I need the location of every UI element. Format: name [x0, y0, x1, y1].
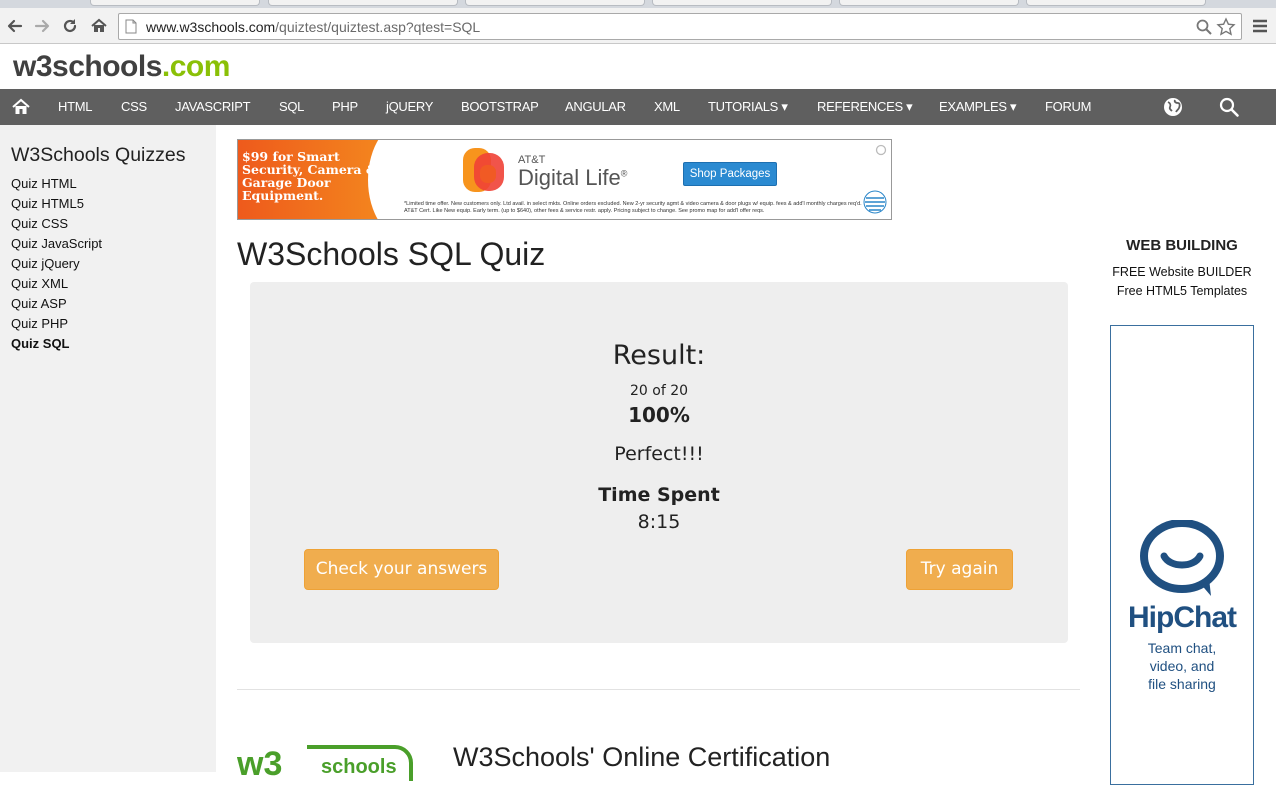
svg-text:w3: w3	[237, 745, 282, 781]
time-spent-value: 8:15	[637, 511, 681, 533]
sidebar-item-quiz-javascript[interactable]: Quiz JavaScript	[11, 236, 102, 251]
free-website-builder-link[interactable]: FREE Website BUILDER	[1100, 265, 1264, 279]
hipchat-line-2: video, and	[1149, 658, 1215, 674]
hipchat-chat-bubble-icon	[1140, 520, 1224, 596]
nav-item-html[interactable]: HTML	[58, 89, 93, 125]
hipchat-line-3: file sharing	[1148, 676, 1216, 692]
sidebar: W3Schools Quizzes Quiz HTML Quiz HTML5 Q…	[0, 125, 216, 772]
w3schools-logo[interactable]: w3schools.com	[13, 50, 230, 84]
ad-promo-text: $99 for Smart Security, Camera & Garage …	[242, 149, 378, 203]
address-url: www.w3schools.com/quiztest/quiztest.asp?…	[146, 19, 480, 35]
nav-item-xml[interactable]: XML	[654, 89, 680, 125]
nav-item-examples[interactable]: EXAMPLES ▾	[939, 89, 1017, 125]
free-html5-templates-link[interactable]: Free HTML5 Templates	[1100, 284, 1264, 298]
reload-icon[interactable]	[59, 15, 81, 37]
ad-choices-icon[interactable]	[875, 144, 887, 156]
nav-item-php[interactable]: PHP	[332, 89, 358, 125]
check-answers-button[interactable]: Check your answers	[304, 549, 499, 590]
nav-item-angular[interactable]: ANGULAR	[565, 89, 626, 125]
browser-tab-strip	[0, 0, 1276, 8]
sidebar-item-quiz-asp[interactable]: Quiz ASP	[11, 296, 67, 311]
sidebar-item-quiz-jquery[interactable]: Quiz jQuery	[11, 256, 80, 271]
globe-icon[interactable]	[1162, 96, 1184, 118]
browser-toolbar: www.w3schools.com/quiztest/quiztest.asp?…	[0, 8, 1276, 44]
star-icon[interactable]	[1216, 17, 1236, 37]
w3schools-certificate-logo: w3 schools	[237, 745, 413, 781]
digital-life-logo-icon	[463, 148, 504, 192]
ad-brand-large: Digital Life	[518, 165, 621, 190]
back-arrow-icon[interactable]	[4, 15, 26, 37]
result-panel: Result: 20 of 20 100% Perfect!!! Time Sp…	[250, 282, 1068, 643]
web-building-heading: WEB BUILDING	[1126, 237, 1238, 254]
logo-text: w3schools	[13, 50, 162, 83]
url-host: www.w3schools.com	[146, 19, 276, 35]
address-bar[interactable]: www.w3schools.com/quiztest/quiztest.asp?…	[118, 13, 1242, 40]
result-message: Perfect!!!	[614, 443, 704, 465]
hamburger-menu-icon[interactable]	[1250, 16, 1270, 36]
try-again-button[interactable]: Try again	[906, 549, 1013, 590]
time-spent-label: Time Spent	[598, 484, 720, 506]
result-heading: Result:	[612, 340, 706, 371]
sidebar-item-quiz-html5[interactable]: Quiz HTML5	[11, 196, 84, 211]
nav-item-jquery[interactable]: jQUERY	[386, 89, 433, 125]
browser-tab[interactable]	[839, 0, 1019, 6]
hipchat-side-ad[interactable]: HipChat Team chat, video, and file shari…	[1110, 325, 1254, 785]
shop-packages-button[interactable]: Shop Packages	[683, 162, 777, 186]
nav-item-css[interactable]: CSS	[121, 89, 147, 125]
ad-brand-large-row: Digital Life®	[518, 165, 627, 191]
hipchat-title: HipChat	[1128, 601, 1237, 634]
page-title: W3Schools SQL Quiz	[237, 236, 546, 272]
search-icon[interactable]	[1218, 96, 1240, 118]
certification-title: W3Schools' Online Certification	[453, 742, 831, 772]
nav-item-tutorials[interactable]: TUTORIALS ▾	[708, 89, 788, 125]
home-icon[interactable]	[88, 15, 110, 37]
ad-brand-mark: ®	[620, 168, 628, 179]
page-icon	[125, 19, 137, 34]
zoom-icon[interactable]	[1195, 18, 1213, 36]
url-path: /quiztest/quiztest.asp?qtest=SQL	[275, 19, 481, 35]
sidebar-item-quiz-php[interactable]: Quiz PHP	[11, 316, 68, 331]
sidebar-item-quiz-sql[interactable]: Quiz SQL	[11, 336, 70, 351]
forward-arrow-icon[interactable]	[31, 15, 53, 37]
browser-tab[interactable]	[90, 0, 260, 6]
browser-tab[interactable]	[268, 0, 458, 6]
sidebar-title: W3Schools Quizzes	[11, 144, 186, 166]
advertisement-banner[interactable]: $99 for Smart Security, Camera & Garage …	[237, 139, 892, 220]
nav-item-sql[interactable]: SQL	[279, 89, 304, 125]
sidebar-item-quiz-html[interactable]: Quiz HTML	[11, 176, 77, 191]
sidebar-item-quiz-xml[interactable]: Quiz XML	[11, 276, 68, 291]
home-icon[interactable]	[10, 96, 32, 118]
logo-domain: .com	[161, 50, 231, 83]
browser-tab[interactable]	[1026, 0, 1206, 6]
att-globe-icon	[863, 190, 887, 214]
browser-tab[interactable]	[465, 0, 645, 6]
hipchat-line-1: Team chat,	[1147, 640, 1217, 656]
nav-item-references[interactable]: REFERENCES ▾	[817, 89, 913, 125]
nav-item-forum[interactable]: FORUM	[1045, 89, 1091, 125]
browser-tab[interactable]	[652, 0, 832, 6]
nav-item-javascript[interactable]: JAVASCRIPT	[175, 89, 251, 125]
ad-fine-print: *Limited time offer. New customers only.…	[404, 201, 862, 214]
result-percentage: 100%	[628, 403, 690, 427]
top-navigation: HTML CSS JAVASCRIPT SQL PHP jQUERY BOOTS…	[0, 89, 1276, 125]
sidebar-item-quiz-css[interactable]: Quiz CSS	[11, 216, 68, 231]
site-header: w3schools.com	[0, 44, 1276, 89]
divider	[237, 689, 1080, 690]
result-score-count: 20 of 20	[629, 383, 689, 399]
svg-text:schools: schools	[321, 756, 397, 778]
nav-item-bootstrap[interactable]: BOOTSTRAP	[461, 89, 539, 125]
